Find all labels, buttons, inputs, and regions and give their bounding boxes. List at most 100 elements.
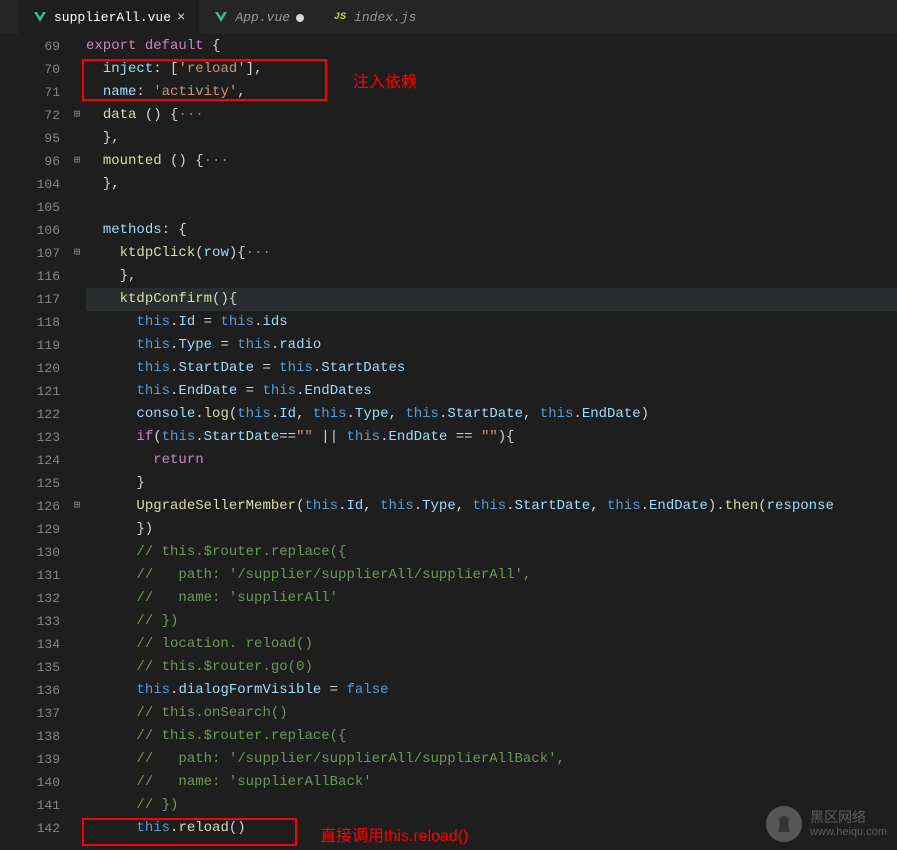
line-number: 133 bbox=[18, 610, 60, 633]
code-line[interactable]: } bbox=[86, 472, 897, 495]
fold-placeholder bbox=[68, 587, 86, 610]
code-line[interactable]: export default { bbox=[86, 35, 897, 58]
code-line[interactable]: }, bbox=[86, 173, 897, 196]
js-icon: JS bbox=[332, 10, 348, 26]
fold-placeholder bbox=[68, 518, 86, 541]
line-number: 119 bbox=[18, 334, 60, 357]
code-line[interactable]: // name: 'supplierAll' bbox=[86, 587, 897, 610]
code-line[interactable]: // this.$router.replace({ bbox=[86, 541, 897, 564]
line-number: 123 bbox=[18, 426, 60, 449]
code-line[interactable]: this.Type = this.radio bbox=[86, 334, 897, 357]
fold-placeholder bbox=[68, 219, 86, 242]
code-line[interactable]: this.Id = this.ids bbox=[86, 311, 897, 334]
line-number: 71 bbox=[18, 81, 60, 104]
line-number: 121 bbox=[18, 380, 60, 403]
code-line[interactable]: // }) bbox=[86, 610, 897, 633]
code-area[interactable]: export default { inject: ['reload'], nam… bbox=[86, 35, 897, 850]
line-number: 139 bbox=[18, 748, 60, 771]
line-number: 122 bbox=[18, 403, 60, 426]
line-numbers-gutter: 6970717295961041051061071161171181191201… bbox=[18, 35, 68, 850]
line-number: 117 bbox=[18, 288, 60, 311]
fold-placeholder bbox=[68, 725, 86, 748]
tab-label: supplierAll.vue bbox=[54, 10, 171, 25]
line-number: 96 bbox=[18, 150, 60, 173]
fold-placeholder bbox=[68, 380, 86, 403]
code-line[interactable]: // this.$router.replace({ bbox=[86, 725, 897, 748]
fold-placeholder bbox=[68, 449, 86, 472]
code-line[interactable]: methods: { bbox=[86, 219, 897, 242]
fold-placeholder bbox=[68, 265, 86, 288]
modified-dot-icon bbox=[296, 14, 304, 22]
code-line[interactable]: }) bbox=[86, 518, 897, 541]
editor-left-margin bbox=[0, 35, 18, 850]
line-number: 104 bbox=[18, 173, 60, 196]
fold-placeholder bbox=[68, 173, 86, 196]
line-number: 138 bbox=[18, 725, 60, 748]
fold-expand-icon[interactable]: ⊞ bbox=[68, 104, 86, 127]
vue-icon bbox=[32, 10, 48, 26]
code-line[interactable]: }, bbox=[86, 127, 897, 150]
tab-index-js[interactable]: JS index.js bbox=[318, 0, 430, 35]
code-line[interactable]: // this.$router.go(0) bbox=[86, 656, 897, 679]
line-number: 129 bbox=[18, 518, 60, 541]
tab-supplierAll-vue[interactable]: supplierAll.vue × bbox=[18, 0, 199, 35]
fold-placeholder bbox=[68, 702, 86, 725]
line-number: 69 bbox=[18, 35, 60, 58]
tab-App-vue[interactable]: App.vue bbox=[199, 0, 318, 35]
fold-placeholder bbox=[68, 81, 86, 104]
code-line[interactable]: console.log(this.Id, this.Type, this.Sta… bbox=[86, 403, 897, 426]
line-number: 118 bbox=[18, 311, 60, 334]
code-line[interactable]: // path: '/supplier/supplierAll/supplier… bbox=[86, 748, 897, 771]
fold-placeholder bbox=[68, 58, 86, 81]
code-line[interactable]: // this.onSearch() bbox=[86, 702, 897, 725]
code-line[interactable]: this.dialogFormVisible = false bbox=[86, 679, 897, 702]
fold-placeholder bbox=[68, 633, 86, 656]
fold-placeholder bbox=[68, 196, 86, 219]
line-number: 72 bbox=[18, 104, 60, 127]
code-line[interactable]: UpgradeSellerMember(this.Id, this.Type, … bbox=[86, 495, 897, 518]
code-line[interactable]: this.EndDate = this.EndDates bbox=[86, 380, 897, 403]
code-line[interactable]: }, bbox=[86, 265, 897, 288]
fold-placeholder bbox=[68, 127, 86, 150]
fold-placeholder bbox=[68, 679, 86, 702]
code-line[interactable]: ktdpConfirm(){ bbox=[86, 288, 897, 311]
code-line[interactable]: // location. reload() bbox=[86, 633, 897, 656]
fold-column: ⊞ ⊞ ⊞ ⊞ bbox=[68, 35, 86, 850]
fold-placeholder bbox=[68, 288, 86, 311]
line-number: 142 bbox=[18, 817, 60, 840]
code-line[interactable]: // name: 'supplierAllBack' bbox=[86, 771, 897, 794]
code-line[interactable]: // }) bbox=[86, 794, 897, 817]
code-line[interactable] bbox=[86, 196, 897, 219]
code-line[interactable]: this.StartDate = this.StartDates bbox=[86, 357, 897, 380]
tab-label: App.vue bbox=[235, 10, 290, 25]
line-number: 124 bbox=[18, 449, 60, 472]
fold-expand-icon[interactable]: ⊞ bbox=[68, 495, 86, 518]
code-line[interactable]: ktdpClick(row){··· bbox=[86, 242, 897, 265]
code-line[interactable]: if(this.StartDate=="" || this.EndDate ==… bbox=[86, 426, 897, 449]
fold-expand-icon[interactable]: ⊞ bbox=[68, 242, 86, 265]
fold-placeholder bbox=[68, 311, 86, 334]
code-line[interactable]: // path: '/supplier/supplierAll/supplier… bbox=[86, 564, 897, 587]
line-number: 136 bbox=[18, 679, 60, 702]
fold-placeholder bbox=[68, 564, 86, 587]
code-line[interactable]: return bbox=[86, 449, 897, 472]
code-line[interactable]: this.reload() bbox=[86, 817, 897, 840]
fold-placeholder bbox=[68, 541, 86, 564]
fold-placeholder bbox=[68, 403, 86, 426]
line-number: 137 bbox=[18, 702, 60, 725]
line-number: 130 bbox=[18, 541, 60, 564]
line-number: 107 bbox=[18, 242, 60, 265]
close-icon[interactable]: × bbox=[177, 10, 185, 26]
tabs-bar: supplierAll.vue × App.vue JS index.js bbox=[0, 0, 897, 35]
fold-placeholder bbox=[68, 656, 86, 679]
code-line[interactable]: inject: ['reload'], bbox=[86, 58, 897, 81]
line-number: 135 bbox=[18, 656, 60, 679]
line-number: 105 bbox=[18, 196, 60, 219]
code-line[interactable]: name: 'activity', bbox=[86, 81, 897, 104]
line-number: 120 bbox=[18, 357, 60, 380]
code-line[interactable]: data () {··· bbox=[86, 104, 897, 127]
code-line[interactable]: mounted () {··· bbox=[86, 150, 897, 173]
fold-expand-icon[interactable]: ⊞ bbox=[68, 150, 86, 173]
tab-label: index.js bbox=[354, 10, 416, 25]
line-number: 125 bbox=[18, 472, 60, 495]
